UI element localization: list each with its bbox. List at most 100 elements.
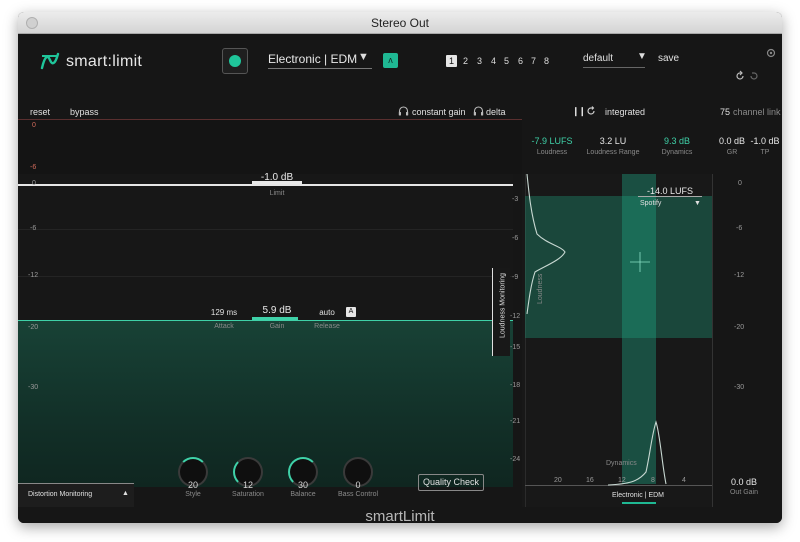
pause-icon[interactable]: ❙❙: [572, 106, 586, 117]
channel-link-label: channel link: [733, 107, 781, 117]
dynamics-label: Dynamics: [661, 149, 693, 156]
grid-line: [18, 276, 513, 277]
out-scale-30: -30: [734, 384, 745, 391]
graph-y-tick: -21: [510, 418, 521, 425]
delta-button[interactable]: delta: [486, 107, 506, 117]
level-scale-6: -6: [30, 225, 37, 232]
out-gain-divider: [712, 174, 713, 507]
app-name: smart:limit: [66, 53, 143, 70]
out-scale-20: -20: [734, 324, 745, 331]
platform-chevron-down-icon[interactable]: ▼: [694, 200, 701, 207]
slot-8[interactable]: 8: [541, 55, 552, 67]
limit-handle[interactable]: [252, 181, 302, 184]
gr-scale-top: 0: [32, 122, 36, 129]
slot-2[interactable]: 2: [460, 55, 471, 67]
loudness-monitoring-label: Loudness Monitoring: [499, 273, 507, 338]
target-loudness-value[interactable]: -14.0 LUFS: [638, 186, 702, 196]
constant-gain-button[interactable]: constant gain: [412, 107, 466, 117]
graph-y-tick: -6: [512, 235, 519, 242]
bypass-button[interactable]: bypass: [70, 107, 99, 117]
loudness-range-value: 3.2 LU: [599, 136, 627, 146]
profile-select[interactable]: Electronic | EDM: [268, 52, 357, 66]
loudness-distribution-curve: [526, 174, 566, 314]
graph-y-tick: -18: [510, 382, 521, 389]
graph-x-tick: 16: [586, 477, 594, 484]
profile-learn-icon[interactable]: ʌ: [383, 53, 398, 68]
dynamics-axis-label: Dynamics: [606, 460, 637, 467]
gain-handle[interactable]: [252, 317, 298, 320]
gain-label: Gain: [269, 323, 285, 330]
reset-button[interactable]: reset: [30, 107, 50, 117]
limit-line[interactable]: [18, 184, 513, 186]
slot-1[interactable]: 1: [446, 55, 457, 67]
profile-underline: [268, 68, 372, 69]
graph-x-tick: 12: [618, 477, 626, 484]
attack-label: Attack: [214, 323, 234, 330]
out-gain-label: Out Gain: [729, 489, 758, 496]
saturation-label: Saturation: [232, 491, 264, 498]
target-loudness-underline: [638, 196, 702, 197]
loudness-value: -7.9 LUFS: [531, 136, 573, 146]
release-auto-badge[interactable]: A: [346, 307, 356, 317]
slot-4[interactable]: 4: [488, 55, 499, 67]
preset-chevron-down-icon[interactable]: ▼: [637, 51, 647, 62]
gain-threshold-line[interactable]: [18, 320, 513, 321]
integrated-mode[interactable]: integrated: [605, 107, 645, 117]
out-scale-12: -12: [734, 272, 745, 279]
redo-icon[interactable]: [748, 70, 760, 82]
loudness-monitoring-tab[interactable]: Loudness Monitoring: [492, 268, 510, 356]
level-scale-0: 0: [32, 180, 36, 187]
gr-label: GR: [726, 149, 738, 156]
slot-7[interactable]: 7: [528, 55, 539, 67]
gain-value[interactable]: 5.9 dB: [252, 305, 302, 316]
graph-x-tick: 4: [682, 477, 686, 484]
reset-loudness-icon[interactable]: [586, 106, 596, 116]
level-scale-20: -20: [28, 324, 39, 331]
bass-control-value: 0: [355, 480, 361, 490]
style-label: Style: [185, 491, 201, 498]
delta-headphones-icon: [473, 106, 484, 116]
loudness-axis-label: Loudness: [537, 273, 544, 304]
dynamics-value: 9.3 dB: [663, 136, 691, 146]
slot-3[interactable]: 3: [474, 55, 485, 67]
bass-control-label: Bass Control: [337, 491, 379, 498]
graph-x-tick: 20: [554, 477, 562, 484]
distortion-monitoring-toggle[interactable]: Distortion Monitoring ▲: [18, 483, 134, 507]
limit-label: Limit: [269, 190, 285, 197]
tp-value: -1.0 dB: [750, 136, 780, 146]
preset-select[interactable]: default: [583, 53, 613, 64]
gain-reduction-meter: [18, 120, 522, 174]
tp-label: TP: [760, 149, 770, 156]
chevron-down-icon[interactable]: ▼: [358, 51, 369, 63]
smart-limit-logo-icon: [40, 52, 60, 70]
channel-link-value[interactable]: 75: [720, 107, 730, 117]
attack-value[interactable]: 129 ms: [204, 308, 244, 317]
settings-icon[interactable]: [766, 48, 776, 58]
titlebar: Stereo Out: [18, 12, 782, 34]
preset-underline: [583, 67, 645, 68]
loudness-label: Loudness: [536, 149, 568, 156]
undo-icon[interactable]: [734, 70, 746, 82]
release-value[interactable]: auto: [310, 308, 344, 317]
chevron-up-icon: ▲: [122, 490, 129, 497]
balance-label: Balance: [290, 491, 316, 498]
graph-x-tick: 8: [651, 477, 655, 484]
smart-limit-plugin: smart:limit Electronic | EDM ▼ ʌ 1 2 3 4…: [18, 34, 782, 523]
platform-select[interactable]: Spotify: [640, 200, 661, 207]
save-button[interactable]: save: [658, 53, 679, 64]
balance-value: 30: [297, 480, 308, 490]
gr-scale-bottom: -6: [30, 164, 37, 171]
level-scale-30: -30: [28, 384, 39, 391]
graph-profile-label: Electronic | EDM: [612, 492, 664, 499]
level-scale-12: -12: [28, 272, 39, 279]
out-gain-value[interactable]: 0.0 dB: [722, 477, 766, 487]
level-fill: [18, 320, 513, 487]
dynamics-distribution-curve: [608, 420, 667, 486]
power-button[interactable]: [222, 48, 248, 74]
slot-5[interactable]: 5: [501, 55, 512, 67]
quality-check-button[interactable]: Quality Check: [418, 474, 484, 491]
gr-value: 0.0 dB: [718, 136, 746, 146]
release-label: Release: [314, 323, 340, 330]
slot-6[interactable]: 6: [515, 55, 526, 67]
graph-y-tick: -3: [512, 196, 519, 203]
